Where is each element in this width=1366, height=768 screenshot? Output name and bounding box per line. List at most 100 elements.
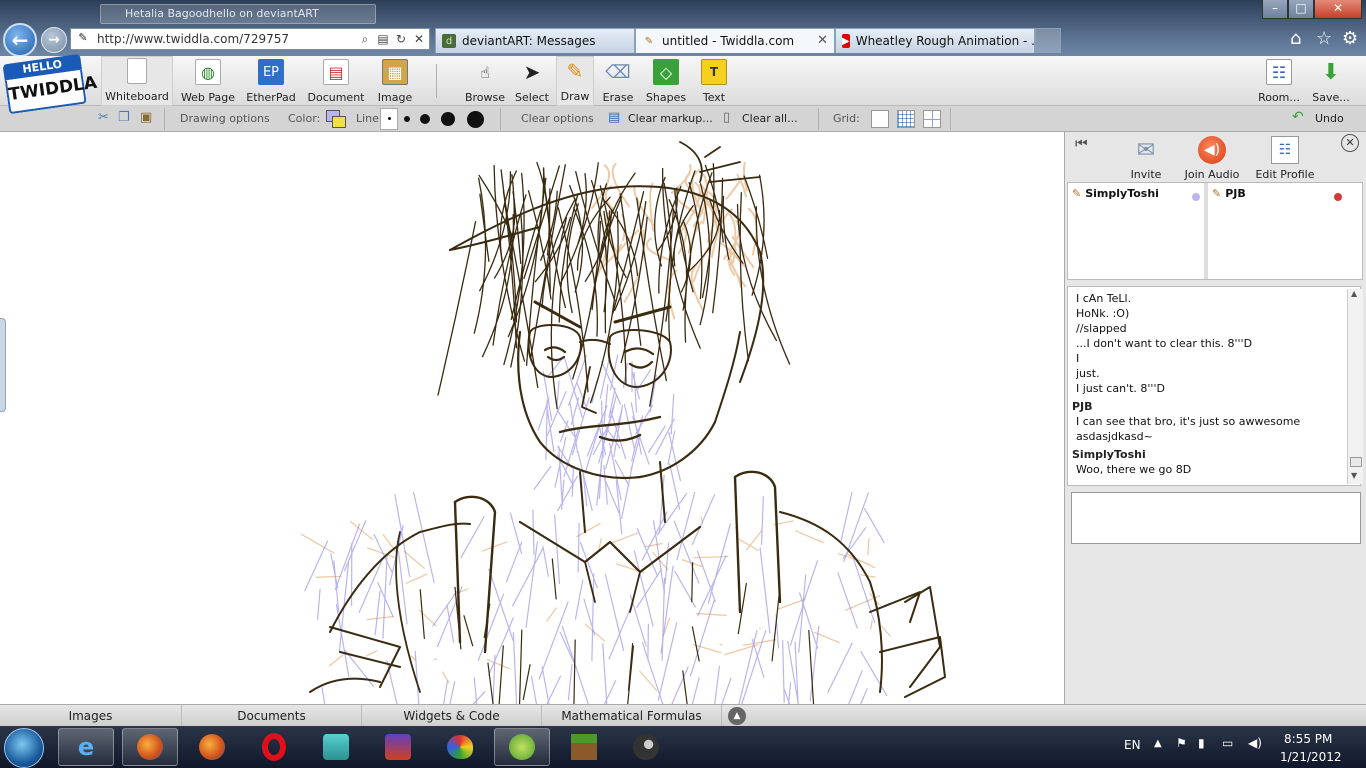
tab-mathematical-formulas[interactable]: Mathematical Formulas [542, 705, 722, 727]
url-input[interactable] [97, 32, 357, 46]
invite-button[interactable]: ✉ Invite [1121, 136, 1171, 182]
undo-button[interactable]: Undo [1315, 112, 1344, 125]
chat-log: I cAn TeLl. HoNk. :O) //slapped ...I don't … [1067, 286, 1361, 486]
forward-button[interactable]: → [41, 27, 67, 53]
blank-page-icon: ▯ [723, 110, 731, 125]
color-picker[interactable] [326, 110, 346, 128]
internet-explorer-icon[interactable]: e [58, 728, 114, 766]
tab-images[interactable]: Images [0, 705, 182, 727]
grid-coarse-option[interactable] [923, 110, 941, 128]
etherpad-button[interactable]: EP EtherPad [242, 56, 300, 106]
participant-item[interactable]: ✎ PJB [1208, 185, 1362, 279]
start-button[interactable] [4, 728, 44, 768]
side-panel-handle[interactable] [0, 318, 6, 412]
tab-documents[interactable]: Documents [182, 705, 362, 727]
join-audio-button[interactable]: ◀) Join Audio [1181, 136, 1243, 181]
minecraft-icon[interactable] [556, 728, 612, 766]
chat-scrollbar[interactable]: ▲ ▼ [1347, 289, 1363, 484]
tab-label: deviantART: Messages [462, 34, 596, 48]
paint-palette-icon[interactable] [432, 728, 488, 766]
minimize-button[interactable]: – [1262, 0, 1288, 19]
collapse-panel-icon[interactable]: ⏮ [1075, 136, 1088, 152]
line-size-1-dot [388, 117, 391, 120]
firefox-icon[interactable] [184, 728, 240, 766]
line-size-3-option[interactable] [420, 114, 430, 124]
stop-icon[interactable]: ✕ [411, 32, 427, 46]
grid-fine-option[interactable] [897, 110, 915, 128]
scroll-up-icon[interactable]: ▲ [1351, 289, 1357, 298]
twiddla-logo[interactable]: HELLO TWIDDLA [2, 53, 98, 119]
network-icon[interactable]: ▮ [1198, 736, 1205, 750]
flag-icon[interactable]: ⚑ [1176, 736, 1187, 750]
image-button[interactable]: ▦ Image [372, 56, 418, 106]
line-size-2-option[interactable] [404, 116, 410, 122]
room-button[interactable]: ☷ Room... [1254, 56, 1304, 106]
browse-button[interactable]: ☝ Browse [462, 56, 508, 106]
paint-tool-icon[interactable] [494, 728, 550, 766]
tab-youtube[interactable]: ▶ Wheatley Rough Animation - ... [835, 28, 1035, 53]
clear-all-button[interactable]: Clear all... [742, 112, 798, 125]
scroll-down-icon[interactable]: ▼ [1351, 471, 1357, 480]
line-size-4-option[interactable] [441, 112, 455, 126]
clock-time[interactable]: 8:55 PM [1284, 732, 1332, 746]
profile-card-icon: ☷ [1271, 136, 1299, 164]
game-icon[interactable] [370, 728, 426, 766]
image-label: Image [377, 91, 413, 104]
line-size-5-option[interactable] [467, 111, 484, 128]
whiteboard-button[interactable]: Whiteboard [101, 56, 173, 106]
save-button[interactable]: ⬇ Save... [1310, 56, 1352, 106]
youtube-favicon-icon: ▶ [842, 34, 850, 48]
favorites-star-icon[interactable]: ☆ [1316, 28, 1332, 49]
text-button[interactable]: T Text [696, 56, 732, 106]
pencil-icon: ✎ [566, 59, 584, 83]
whiteboard-canvas[interactable] [0, 132, 1064, 704]
tab-deviantart[interactable]: d deviantART: Messages [435, 28, 635, 53]
miku-icon[interactable] [308, 728, 364, 766]
close-window-button[interactable]: ✕ [1314, 0, 1362, 19]
opera-icon[interactable] [246, 728, 302, 766]
edit-profile-button[interactable]: ☷ Edit Profile [1253, 136, 1317, 181]
line-label: Line: [356, 112, 383, 125]
grid-none-option[interactable] [871, 110, 889, 128]
tray-expand-icon[interactable]: ▲ [1154, 738, 1162, 749]
chevron-up-icon[interactable]: ▲ [728, 707, 746, 725]
document-label: Document [307, 91, 365, 104]
search-icon[interactable]: ⌕ [357, 32, 373, 47]
shapes-icon: ◇ [653, 59, 679, 85]
scroll-thumb[interactable] [1350, 457, 1362, 467]
speaker-icon: ◀) [1198, 136, 1226, 164]
back-button[interactable]: ← [3, 23, 37, 57]
firefox-icon[interactable] [122, 728, 178, 766]
tab-label: untitled - Twiddla.com [662, 34, 795, 48]
address-bar[interactable]: ✎ ⌕ ▤ ↻ ✕ [70, 28, 430, 50]
maximize-button[interactable]: □ [1288, 0, 1314, 19]
erase-button[interactable]: ⌫ Erase [598, 56, 638, 106]
shapes-button[interactable]: ◇ Shapes [644, 56, 688, 106]
new-tab-button[interactable] [1035, 28, 1061, 53]
copy-icon[interactable]: ❐ [118, 110, 130, 125]
background-window-title[interactable]: Hetalia Bagoodhello on deviantART [100, 4, 376, 24]
tab-twiddla[interactable]: ✎ untitled - Twiddla.com ✕ [635, 28, 835, 53]
compat-view-icon[interactable]: ▤ [375, 32, 391, 46]
close-panel-icon[interactable]: ✕ [1341, 134, 1359, 152]
web-page-button[interactable]: ◍ Web Page [177, 56, 239, 106]
select-button[interactable]: ➤ Select [512, 56, 552, 106]
language-indicator[interactable]: EN [1124, 738, 1141, 752]
gear-icon[interactable]: ⚙ [1342, 28, 1358, 49]
clear-markup-button[interactable]: Clear markup... [628, 112, 713, 125]
steam-icon[interactable] [618, 728, 674, 766]
chat-input[interactable] [1071, 492, 1361, 544]
clock-date[interactable]: 1/21/2012 [1280, 750, 1342, 764]
home-icon[interactable]: ⌂ [1290, 28, 1301, 49]
tab-widgets-code[interactable]: Widgets & Code [362, 705, 542, 727]
document-icon: ▤ [323, 59, 349, 85]
draw-button[interactable]: ✎ Draw [556, 56, 594, 106]
document-button[interactable]: ▤ Document [304, 56, 368, 106]
close-tab-icon[interactable]: ✕ [817, 33, 828, 48]
refresh-icon[interactable]: ↻ [393, 32, 409, 46]
scissors-icon[interactable]: ✂ [98, 110, 109, 125]
paste-icon[interactable]: ▣ [140, 110, 152, 125]
participant-item[interactable]: ✎ SimplyToshi [1068, 185, 1204, 279]
volume-icon[interactable]: ◀) [1248, 736, 1262, 750]
battery-icon[interactable]: ▭ [1222, 736, 1233, 750]
